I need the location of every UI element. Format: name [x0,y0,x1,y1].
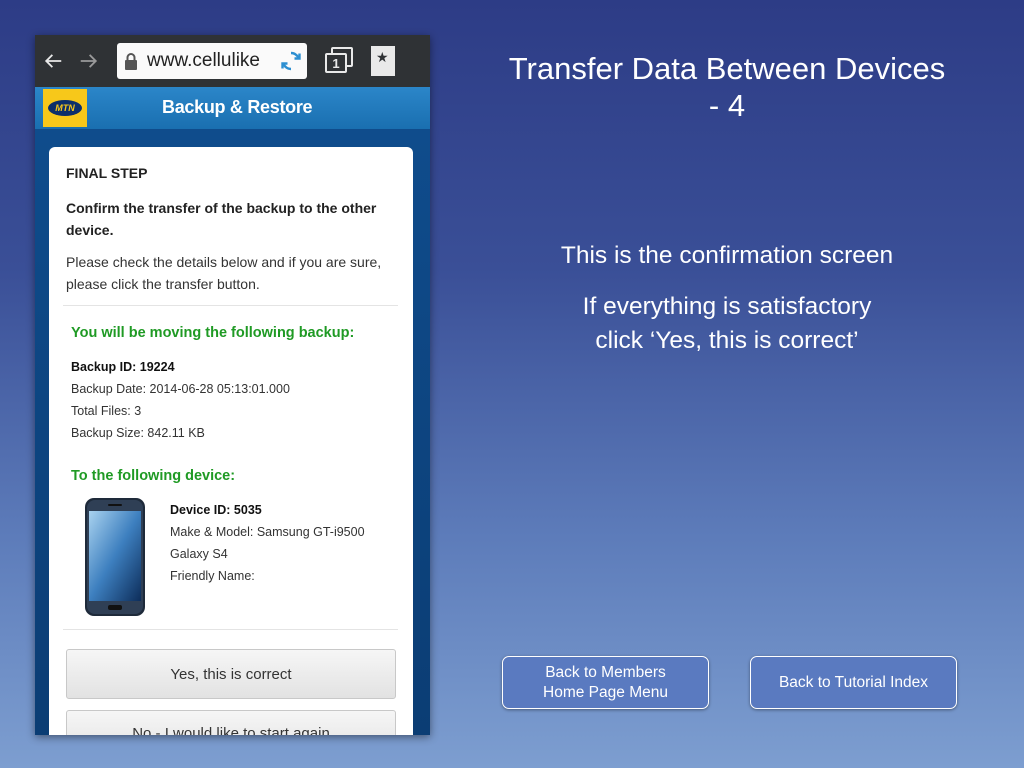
lock-icon [125,53,137,70]
backup-id: Backup ID: 19224 [71,360,175,374]
star-icon: ★ [376,49,389,65]
back-arrow-icon[interactable] [35,35,71,87]
back-to-members-line-1: Back to Members [545,663,666,681]
app-title: Backup & Restore [162,97,313,117]
slide-text-instruction: If everything is satisfactory click ‘Yes… [462,290,992,358]
step-heading: FINAL STEP [66,165,148,181]
app-header: MTN Backup & Restore [35,87,430,129]
start-again-button[interactable]: No - I would like to start again [66,710,396,735]
content-area: FINAL STEP Confirm the transfer of the b… [35,129,430,735]
device-image [85,498,145,616]
device-heading: To the following device: [71,468,236,484]
mtn-logo: MTN [43,89,87,127]
mtn-logo-text: MTN [48,100,82,116]
instructions-text: Please check the details below and if yo… [66,254,382,292]
backup-date: Backup Date: 2014-06-28 05:13:01.000 [71,382,290,396]
slide-text-confirmation: This is the confirmation screen [560,242,894,269]
url-text: www.cellulike [147,50,260,71]
yes-correct-button[interactable]: Yes, this is correct [66,649,396,699]
device-make-model: Make & Model: Samsung GT-i9500 [170,525,365,539]
back-to-tutorial-index-button[interactable]: Back to Tutorial Index [750,656,957,709]
confirm-text: Confirm the transfer of the backup to th… [66,200,377,238]
slide-text-instruction-line-1: If everything is satisfactory [582,293,872,320]
tab-count: 1 [325,53,347,73]
slide-text-instruction-line-2: click ‘Yes, this is correct’ [595,327,859,354]
slide-title-line-2: - 4 [708,88,746,123]
backup-files: Total Files: 3 [71,404,142,418]
back-to-members-button[interactable]: Back to Members Home Page Menu [502,656,709,709]
reload-icon[interactable] [279,49,303,73]
back-to-members-line-2: Home Page Menu [543,683,668,701]
tabs-button[interactable]: 1 [325,47,353,75]
device-model-name: Galaxy S4 [170,547,228,561]
divider [63,629,398,630]
address-bar[interactable]: www.cellulike [117,43,307,79]
backup-size: Backup Size: 842.11 KB [71,426,205,440]
slide-title-line-1: Transfer Data Between Devices [508,51,946,86]
confirmation-card: FINAL STEP Confirm the transfer of the b… [49,147,413,735]
phone-screenshot: www.cellulike 1 ★ MTN Backup & Restore F… [35,35,430,735]
bookmark-button[interactable]: ★ [371,46,395,76]
device-id: Device ID: 5035 [170,503,262,517]
slide-title: Transfer Data Between Devices - 4 [462,50,992,124]
device-friendly-name: Friendly Name: [170,569,255,583]
browser-toolbar: www.cellulike 1 ★ [35,35,430,87]
divider [63,305,398,306]
forward-arrow-icon[interactable] [71,35,107,87]
backup-heading: You will be moving the following backup: [71,325,355,341]
